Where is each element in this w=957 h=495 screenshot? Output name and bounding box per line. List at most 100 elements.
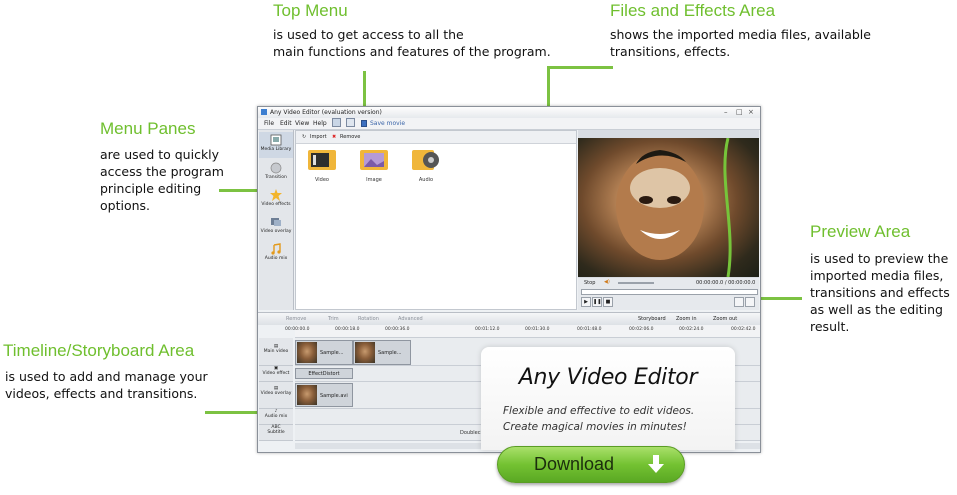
tl-trim-button[interactable]: Trim	[328, 313, 339, 325]
snapshot-icon[interactable]	[745, 297, 755, 307]
preview-area: Stop ◀) 00:00:00.0 / 00:00:00.0 ▶ ❚❚ ■	[578, 130, 759, 310]
clip-label: Sample.avi	[320, 393, 348, 399]
ruler-tick: 00:01:48.0	[577, 327, 602, 332]
play-icon[interactable]: ▶	[581, 297, 591, 307]
pane-label: Media Library	[260, 147, 292, 152]
track-header-audio-mix: ♪ Audio mix	[259, 409, 293, 425]
timeline-ruler: 00:00:00.0 00:00:18.0 00:00:36.0 00:01:1…	[285, 325, 760, 338]
storyboard-button[interactable]: Storyboard	[638, 313, 666, 325]
effect-clip[interactable]: EffectDistort	[295, 368, 353, 379]
ruler-tick: 00:02:24.0	[679, 327, 704, 332]
media-item-image[interactable]: Image	[354, 147, 394, 183]
top-menu-description: is used to get access to all the main fu…	[273, 26, 573, 60]
preview-line-2: imported media files,	[810, 268, 944, 283]
pane-label: Video effects	[261, 202, 291, 207]
top-menu-line-1: is used to get access to all the	[273, 27, 464, 42]
top-menu-line-2: main functions and features of the progr…	[273, 44, 551, 59]
menu-file[interactable]: File	[264, 118, 274, 129]
track-header-video-overlay: ▤ Video overlay	[259, 382, 293, 409]
download-button[interactable]: Download	[497, 446, 685, 483]
clip-thumbnail	[297, 342, 317, 363]
preview-image	[578, 138, 759, 277]
maximize-icon[interactable]: □	[736, 108, 743, 117]
remove-button[interactable]: Remove	[340, 131, 360, 143]
volume-slider[interactable]	[618, 282, 654, 284]
ruler-tick: 00:02:06.0	[629, 327, 654, 332]
save-movie-button[interactable]: Save movie	[370, 118, 405, 129]
title-bar: Any Video Editor (evaluation version) – …	[258, 107, 760, 118]
menu-panes-line-1: are used to quickly	[100, 147, 220, 162]
pane-audio-mix[interactable]: Audio mix	[259, 241, 293, 267]
content-toolbar: ↻ Import ✖ Remove	[296, 131, 576, 144]
ruler-tick: 00:00:36.0	[385, 327, 410, 332]
pause-icon[interactable]: ❚❚	[592, 297, 602, 307]
preview-area-description: is used to preview the imported media fi…	[810, 250, 955, 335]
pane-media-library[interactable]: Media Library	[259, 132, 293, 158]
track-label: Subtitle	[267, 430, 285, 435]
tagline-line-1: Flexible and effective to edit videos.	[503, 405, 695, 417]
volume-icon[interactable]: ◀)	[604, 279, 610, 285]
window-title: Any Video Editor (evaluation version)	[270, 109, 382, 116]
import-button[interactable]: Import	[310, 131, 327, 143]
track-header-subtitle: ABC Subtitle	[259, 425, 293, 441]
overlay-clip[interactable]: Sample.avi	[295, 383, 353, 407]
media-label: Audio	[418, 177, 434, 183]
files-effects-line-1: shows the imported media files, availabl…	[610, 27, 871, 42]
tl-advanced-button[interactable]: Advanced	[398, 313, 423, 325]
ruler-tick: 00:01:12.0	[475, 327, 500, 332]
video-clip[interactable]: Sample...	[353, 340, 411, 365]
files-effects-description: shows the imported media files, availabl…	[610, 26, 910, 60]
files-effects-pointer-h	[547, 66, 613, 69]
pane-transition[interactable]: Transition	[259, 160, 293, 186]
files-effects-title: Files and Effects Area	[610, 1, 776, 20]
media-label: Image	[366, 177, 382, 183]
menu-panes-line-4: options.	[100, 198, 151, 213]
monitor-icon[interactable]	[346, 118, 355, 127]
layout-toggle-icon[interactable]	[332, 118, 341, 127]
pane-label: Transition	[265, 175, 287, 180]
audio-folder-icon	[412, 150, 439, 170]
tagline-line-2: Create magical movies in minutes!	[503, 421, 687, 433]
media-item-audio[interactable]: Audio	[406, 147, 446, 183]
menu-edit[interactable]: Edit	[280, 118, 292, 129]
files-effects-area: ↻ Import ✖ Remove Video Image Audio	[295, 130, 577, 310]
ruler-tick: 00:00:18.0	[335, 327, 360, 332]
pane-video-effects[interactable]: Video effects	[259, 187, 293, 213]
track-label: Video effect	[262, 371, 290, 376]
menu-view[interactable]: View	[295, 118, 309, 129]
product-name: Any Video Editor	[518, 365, 698, 390]
download-arrow-icon	[648, 455, 664, 473]
promo-panel: Any Video Editor Flexible and effective …	[481, 347, 735, 450]
zoom-in-button[interactable]: Zoom in	[676, 313, 697, 325]
fullscreen-icon[interactable]	[734, 297, 744, 307]
tl-remove-button[interactable]: Remove	[286, 313, 306, 325]
menu-help[interactable]: Help	[313, 118, 327, 129]
player-controls: Stop ◀) 00:00:00.0 / 00:00:00.0 ▶ ❚❚ ■	[578, 278, 759, 310]
timeline-toolbar: Remove Trim Rotation Advanced Storyboard…	[258, 312, 760, 325]
preview-area-title: Preview Area	[810, 222, 911, 241]
timeline-line-1: is used to add and manage your	[5, 369, 208, 384]
media-label: Video	[314, 177, 329, 183]
stop-icon[interactable]: ■	[603, 297, 613, 307]
clip-label: Sample...	[378, 350, 402, 356]
track-label: Main video	[263, 349, 289, 354]
tl-rotation-button[interactable]: Rotation	[358, 313, 379, 325]
close-icon[interactable]: ×	[748, 108, 754, 117]
ruler-tick: 00:00:00.0	[285, 327, 310, 332]
menu-panes-description: are used to quickly access the program p…	[100, 146, 240, 214]
pane-video-overlay[interactable]: Video overlay	[259, 214, 293, 240]
track-label: Video overlay	[260, 391, 292, 396]
media-item-video[interactable]: Video	[302, 147, 342, 183]
video-clip[interactable]: Sample...	[295, 340, 353, 365]
seek-bar[interactable]	[581, 289, 758, 295]
top-menu-title: Top Menu	[273, 1, 348, 20]
save-icon	[361, 120, 367, 127]
preview-line-5: result.	[810, 319, 850, 334]
timeline-title: Timeline/Storyboard Area	[3, 341, 195, 360]
zoom-out-button[interactable]: Zoom out	[713, 313, 737, 325]
child-photo	[616, 138, 732, 277]
files-effects-line-2: transitions, effects.	[610, 44, 731, 59]
timeline-line-2: videos, effects and transitions.	[5, 386, 198, 401]
minimize-icon[interactable]: –	[724, 108, 728, 117]
image-folder-icon	[360, 150, 388, 170]
